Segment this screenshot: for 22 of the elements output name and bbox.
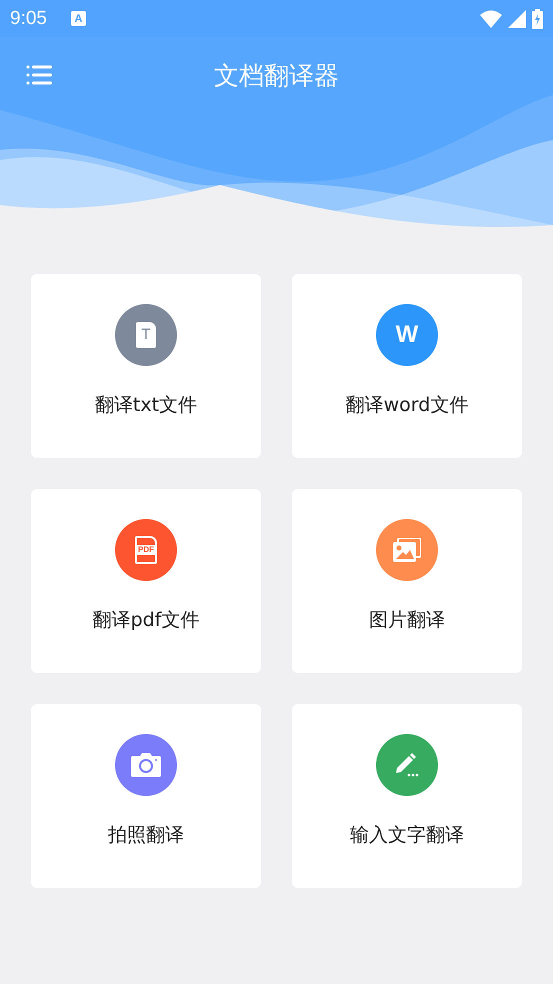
card-label: 输入文字翻译: [350, 823, 464, 848]
battery-icon: [532, 8, 543, 28]
document-icon: PDF: [115, 519, 177, 581]
card-label: 拍照翻译: [108, 823, 184, 848]
feature-card[interactable]: T 翻译txt文件: [31, 274, 261, 458]
clock-time: 9:05: [10, 8, 47, 30]
document-icon: T: [115, 304, 177, 366]
card-label: 图片翻译: [369, 608, 445, 633]
feature-card[interactable]: 图片翻译: [292, 489, 522, 673]
card-label: 翻译pdf文件: [92, 608, 200, 633]
card-label: 翻译txt文件: [94, 393, 198, 418]
notification-icon: A: [70, 11, 86, 26]
feature-card[interactable]: PDF 翻译pdf文件: [31, 489, 261, 673]
wifi-icon: [480, 10, 502, 28]
document-icon: W: [376, 304, 438, 366]
card-label: 翻译word文件: [346, 393, 468, 418]
feature-card[interactable]: 拍照翻译: [31, 704, 261, 888]
menu-icon[interactable]: [26, 65, 52, 85]
app-title: 文档翻译器: [214, 60, 339, 92]
feature-card[interactable]: 输入文字翻译: [292, 704, 522, 888]
signal-icon: [508, 10, 526, 28]
feature-card[interactable]: W 翻译word文件: [292, 274, 522, 458]
